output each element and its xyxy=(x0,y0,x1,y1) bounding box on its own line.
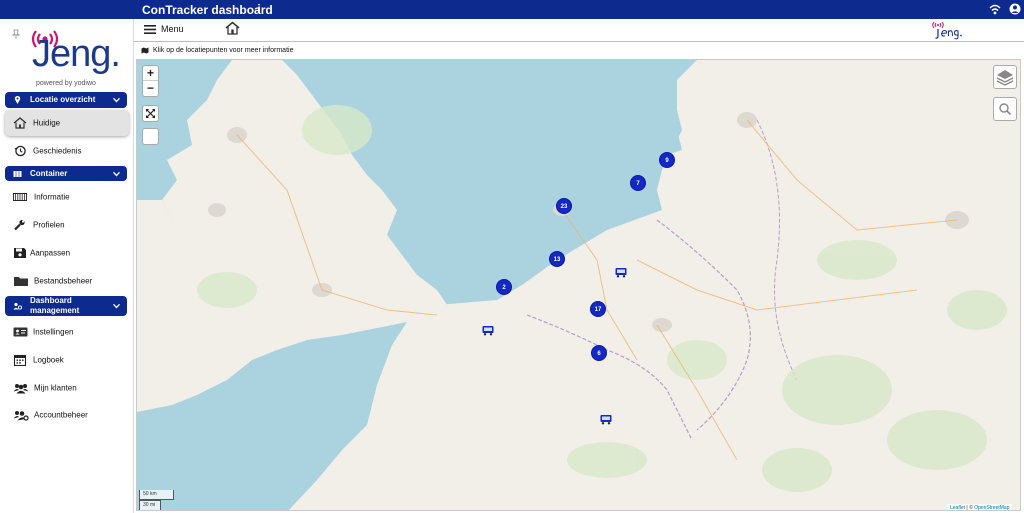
location-cluster[interactable]: 6 xyxy=(591,345,607,361)
section-container[interactable]: Container xyxy=(5,166,127,181)
attribution-separator: | © xyxy=(965,505,975,511)
sidebar-item-label: Huidige xyxy=(33,118,61,128)
map-scale: 50 km 30 mi xyxy=(139,490,174,510)
openstreetmap-link[interactable]: OpenStreetMap xyxy=(974,505,1009,510)
map-icon xyxy=(141,47,149,54)
user-account-icon[interactable] xyxy=(1009,3,1021,15)
map-view[interactable]: + − 9 7 23 13 2 17 6 50 km 30 mi Leaflet… xyxy=(136,59,1021,511)
zoom-out-button[interactable]: − xyxy=(143,81,158,96)
map-extra-button[interactable] xyxy=(142,128,159,145)
layers-button[interactable] xyxy=(993,65,1017,89)
home-icon[interactable] xyxy=(225,21,240,35)
sidebar-item-label: Bestandsbeheer xyxy=(34,276,93,286)
section-label: Container xyxy=(30,168,68,178)
truck-marker-icon[interactable] xyxy=(600,414,612,425)
map-search-button[interactable] xyxy=(993,97,1017,121)
sidebar-item-profielen[interactable]: Profielen xyxy=(5,213,129,237)
sidebar-item-label: Accountbeheer xyxy=(34,410,88,420)
chevron-down-icon xyxy=(113,303,120,309)
section-label: Dashboard management xyxy=(30,296,80,315)
location-cluster[interactable]: 23 xyxy=(556,198,572,214)
sidebar-item-huidige[interactable]: Huidige xyxy=(5,110,129,136)
sidebar: Jeng. powered by yodiwo Locatie overzich… xyxy=(0,19,134,513)
menu-icon[interactable] xyxy=(144,24,156,35)
zoom-in-button[interactable]: + xyxy=(143,66,158,81)
sidebar-item-accountbeheer[interactable]: Accountbeheer xyxy=(5,403,129,427)
location-cluster[interactable]: 9 xyxy=(659,152,675,168)
jeng-logo: Jeng. powered by yodiwo xyxy=(30,25,130,93)
header-divider xyxy=(134,41,1024,42)
sidebar-item-bestandsbeheer[interactable]: Bestandsbeheer xyxy=(5,269,129,293)
section-dashboard-management[interactable]: Dashboard management xyxy=(5,296,127,316)
info-icon[interactable]: i xyxy=(254,2,264,16)
id-card-icon xyxy=(13,327,28,337)
chevron-down-icon xyxy=(113,171,120,176)
zoom-control: + − xyxy=(142,65,159,97)
logo-wordmark: Jeng. xyxy=(32,33,121,75)
sidebar-item-aanpassen[interactable]: Aanpassen xyxy=(5,241,129,265)
map-tiles xyxy=(137,60,1020,510)
location-cluster[interactable]: 7 xyxy=(630,175,646,191)
sidebar-item-informatie[interactable]: Informatie xyxy=(5,185,129,209)
sidebar-item-label: Instellingen xyxy=(33,327,74,337)
jeng-small-logo xyxy=(932,21,962,40)
save-icon xyxy=(14,248,26,258)
top-bar: ConTracker dashboard i xyxy=(0,0,1024,19)
container-icon xyxy=(13,193,27,201)
section-locatie-overzicht[interactable]: Locatie overzicht xyxy=(5,92,127,108)
container-icon xyxy=(13,170,22,177)
history-icon xyxy=(14,145,26,157)
wifi-icon xyxy=(989,4,1001,15)
sidebar-item-label: Profielen xyxy=(33,220,65,230)
pin-icon[interactable] xyxy=(12,29,20,39)
sidebar-item-label: Logboek xyxy=(33,355,64,365)
wrench-icon xyxy=(14,219,25,231)
sidebar-item-label: Informatie xyxy=(34,192,70,202)
location-cluster[interactable]: 17 xyxy=(590,301,606,317)
sidebar-item-label: Geschiedenis xyxy=(33,146,82,156)
header: Menu xyxy=(134,19,1024,41)
users-cog-icon xyxy=(13,411,29,421)
fullscreen-icon xyxy=(146,109,155,118)
truck-marker-icon[interactable] xyxy=(482,325,494,336)
calendar-icon xyxy=(13,354,27,366)
location-cluster[interactable]: 13 xyxy=(549,251,565,267)
users-cog-icon xyxy=(13,302,22,310)
folder-icon xyxy=(14,277,28,286)
chevron-down-icon xyxy=(113,97,120,103)
section-label: Locatie overzicht xyxy=(30,95,96,104)
map-marker-icon xyxy=(14,96,21,104)
map-instruction-text: Klik op de locatiepunten voor meer infor… xyxy=(153,47,294,54)
logo-tagline: powered by yodiwo xyxy=(36,80,96,87)
truck-marker-icon[interactable] xyxy=(615,267,627,278)
search-icon xyxy=(999,103,1012,116)
sidebar-item-label: Mijn klanten xyxy=(34,383,77,393)
sidebar-item-logboek[interactable]: Logboek xyxy=(5,348,129,372)
sidebar-item-label: Aanpassen xyxy=(30,248,71,258)
sidebar-item-instellingen[interactable]: Instellingen xyxy=(5,320,129,344)
scale-km: 50 km xyxy=(139,490,174,500)
map-instruction-bar: Klik op de locatiepunten voor meer infor… xyxy=(134,43,1024,58)
menu-label[interactable]: Menu xyxy=(161,24,184,34)
fullscreen-button[interactable] xyxy=(142,105,159,122)
sidebar-item-mijn-klanten[interactable]: Mijn klanten xyxy=(5,376,129,400)
leaflet-link[interactable]: Leaflet xyxy=(950,505,965,510)
scale-mi: 30 mi xyxy=(139,500,161,510)
map-attribution: Leaflet | © OpenStreetMap xyxy=(947,504,1013,511)
layers-icon xyxy=(996,70,1014,86)
location-cluster[interactable]: 2 xyxy=(496,279,512,295)
home-icon xyxy=(13,117,27,129)
users-icon xyxy=(13,384,29,394)
sidebar-item-geschiedenis[interactable]: Geschiedenis xyxy=(5,139,129,163)
